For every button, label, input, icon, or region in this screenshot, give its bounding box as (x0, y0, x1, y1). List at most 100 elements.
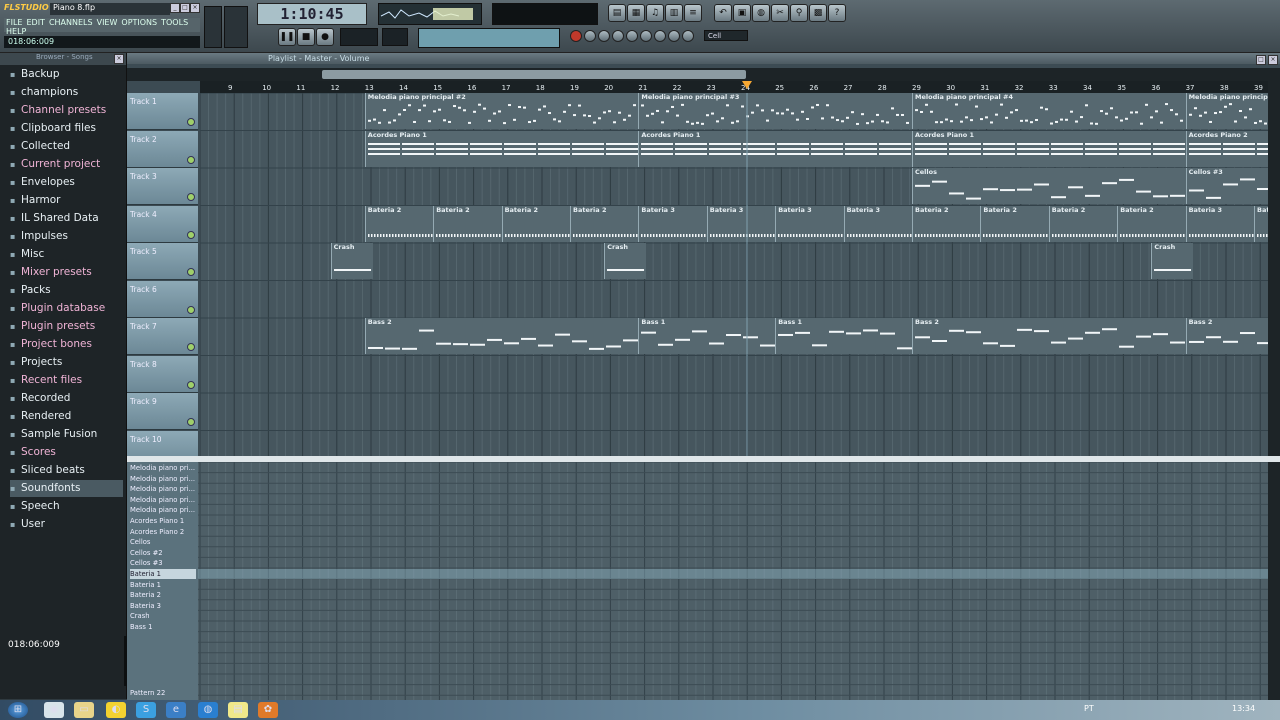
browser-folder-clipboard-files[interactable]: ▪ Clipboard files (10, 120, 123, 137)
menu-edit[interactable]: EDIT (24, 18, 46, 27)
pattern-clip[interactable]: Crash (330, 243, 373, 279)
multilink-icon[interactable] (682, 30, 694, 42)
pattern-list-item[interactable]: Bateria 1 (130, 569, 196, 579)
link-icon[interactable]: ⚲ (790, 4, 808, 22)
countdown-icon[interactable] (668, 30, 680, 42)
pattern-clip[interactable]: Cellos #3 (1185, 168, 1269, 204)
browser-folder-packs[interactable]: ▪ Packs (10, 282, 123, 299)
pattern-list-item[interactable]: Cellos #3 (130, 558, 196, 568)
step-sequencer-icon[interactable]: ▦ (627, 4, 645, 22)
language-indicator[interactable]: PT (1084, 704, 1098, 716)
pattern-clip[interactable]: Melodia piano principal #5 (1185, 93, 1269, 129)
browser-folder-scores[interactable]: ▪ Scores (10, 444, 123, 461)
pattern-clip[interactable]: Melodia piano principal #3 (638, 93, 913, 129)
pattern-clip[interactable]: Bateria 3 (1185, 205, 1255, 242)
browser-folder-envelopes[interactable]: ▪ Envelopes (10, 174, 123, 191)
close-icon[interactable]: × (190, 3, 200, 13)
browser-folder-backup[interactable]: ▪ Backup (10, 66, 123, 83)
pattern-clip[interactable]: Bateria 2 (364, 205, 435, 242)
pattern-clip[interactable]: Bateria 2 (1048, 205, 1119, 242)
master-volume-slider[interactable] (204, 6, 222, 48)
timeline-ruler[interactable]: 9 10 11 12 13 14 15 16 17 18 19 20 21 22 23 24 25 26 27 28 2… (200, 81, 1268, 93)
pattern-clip[interactable]: Bateria 2 (980, 205, 1050, 242)
save-icon[interactable]: ▣ (733, 4, 751, 22)
playlist-icon[interactable]: ▤ (608, 4, 626, 22)
pattern-clip[interactable]: Bateria 3 (843, 205, 913, 242)
browser-folder-plugin-database[interactable]: ▪ Plugin database (10, 300, 123, 317)
playlist-maximize-icon[interactable]: □ (1256, 55, 1266, 65)
playlist-close-icon[interactable]: × (1268, 55, 1278, 65)
help-icon[interactable]: ? (828, 4, 846, 22)
pattern-list-item[interactable]: Melodia piano pri... (130, 484, 196, 494)
browser-folder-channel-presets[interactable]: ▪ Channel presets (10, 102, 123, 119)
track-header[interactable]: Track 6 (127, 280, 198, 318)
tempo-display[interactable] (340, 28, 378, 46)
pattern-clip[interactable]: Bass 2 (1185, 318, 1269, 354)
pattern-clip[interactable]: Bass 2 (364, 318, 640, 354)
pattern-list-item[interactable]: Cellos #2 (130, 548, 196, 558)
menu-options[interactable]: OPTIONS (119, 18, 159, 27)
browser-folder-plugin-presets[interactable]: ▪ Plugin presets (10, 318, 123, 335)
browser-folder-harmor[interactable]: ▪ Harmor (10, 192, 123, 209)
plugin-picker-icon[interactable]: ▩ (809, 4, 827, 22)
pattern-clip[interactable]: Bateria 2 (1117, 205, 1187, 242)
record-icon[interactable]: ● (316, 28, 334, 46)
track-header[interactable]: Track 9 (127, 393, 198, 430)
track-mute-led[interactable] (187, 193, 195, 201)
pattern-clip[interactable]: Crash (1151, 243, 1194, 279)
pattern-clip[interactable]: Crash (604, 243, 647, 279)
pattern-clip[interactable]: Bateria 2 (570, 205, 640, 242)
pattern-clip[interactable]: Acordes Piano 1 (638, 130, 913, 167)
pattern-clip[interactable]: Acordes Piano 2 (1185, 130, 1269, 167)
pattern-list-item[interactable]: Cellos (130, 537, 196, 547)
track-header[interactable]: Track 7 (127, 318, 198, 355)
horizontal-scroll-thumb[interactable] (322, 70, 746, 79)
pattern-list-item[interactable]: Acordes Piano 2 (130, 527, 196, 537)
pattern-footer[interactable]: Pattern 22 (130, 688, 196, 698)
pattern-list-item[interactable]: Melodia piano pri... (130, 495, 196, 505)
pattern-list-item[interactable]: Crash (130, 611, 196, 621)
song-position-marker[interactable] (742, 81, 752, 89)
track-header[interactable]: Track 1 (127, 93, 198, 130)
pattern-list-item[interactable]: Acordes Piano 1 (130, 516, 196, 526)
pattern-clip[interactable]: Melodia piano principal #4 (912, 93, 1187, 129)
ie-icon[interactable]: e (166, 702, 186, 718)
pattern-clip[interactable]: Bateria 2 (433, 205, 503, 242)
flstudio-icon[interactable]: ✿ (258, 702, 278, 718)
notes-icon[interactable]: ▤ (228, 702, 248, 718)
track-mute-led[interactable] (187, 343, 195, 351)
render-icon[interactable]: ◍ (752, 4, 770, 22)
browser-icon[interactable]: ▥ (665, 4, 683, 22)
step-edit-icon[interactable] (626, 30, 638, 42)
track-mute-led[interactable] (187, 268, 195, 276)
pattern-list-item[interactable]: Bateria 1 (130, 580, 196, 590)
explorer-icon[interactable]: ▭ (74, 702, 94, 718)
undo-icon[interactable]: ↶ (714, 4, 732, 22)
pattern-list-item[interactable]: Bateria 3 (130, 601, 196, 611)
pattern-clip[interactable]: Melodia piano principal #2 (364, 93, 640, 129)
browser-folder-rendered[interactable]: ▪ Rendered (10, 408, 123, 425)
pattern-clip[interactable]: Bass 2 (912, 318, 1187, 354)
mixer-icon[interactable]: ≡ (684, 4, 702, 22)
pattern-grid[interactable] (198, 461, 1278, 700)
browser-folder-il-shared-data[interactable]: ▪ IL Shared Data (10, 210, 123, 227)
pattern-list-item[interactable]: Melodia piano pri... (130, 463, 196, 473)
track-header[interactable]: Track 4 (127, 205, 198, 243)
time-display[interactable]: 1:10:45 (257, 3, 367, 25)
browser-folder-recorded[interactable]: ▪ Recorded (10, 390, 123, 407)
pattern-clip[interactable]: Bateria 3 (775, 205, 845, 242)
pattern-clip[interactable]: Bass 1 (775, 318, 913, 354)
pattern-clip[interactable]: Bateria 2 (501, 205, 571, 242)
maximize-icon[interactable]: □ (180, 3, 190, 13)
browser-folder-sliced-beats[interactable]: ▪ Sliced beats (10, 462, 123, 479)
cut-icon[interactable]: ✂ (771, 4, 789, 22)
track-mute-led[interactable] (187, 305, 195, 314)
menu-tools[interactable]: TOOLS (159, 18, 190, 27)
pattern-clip[interactable]: Cellos (912, 168, 1187, 204)
pattern-list-item[interactable]: Bass 1 (130, 622, 196, 632)
track-header[interactable]: Track 5 (127, 243, 198, 280)
browser-folder-champions[interactable]: ▪ champions (10, 84, 123, 101)
loop-record-icon[interactable] (612, 30, 624, 42)
track-header[interactable]: Track 8 (127, 355, 198, 393)
blend-notes-icon[interactable] (598, 30, 610, 42)
